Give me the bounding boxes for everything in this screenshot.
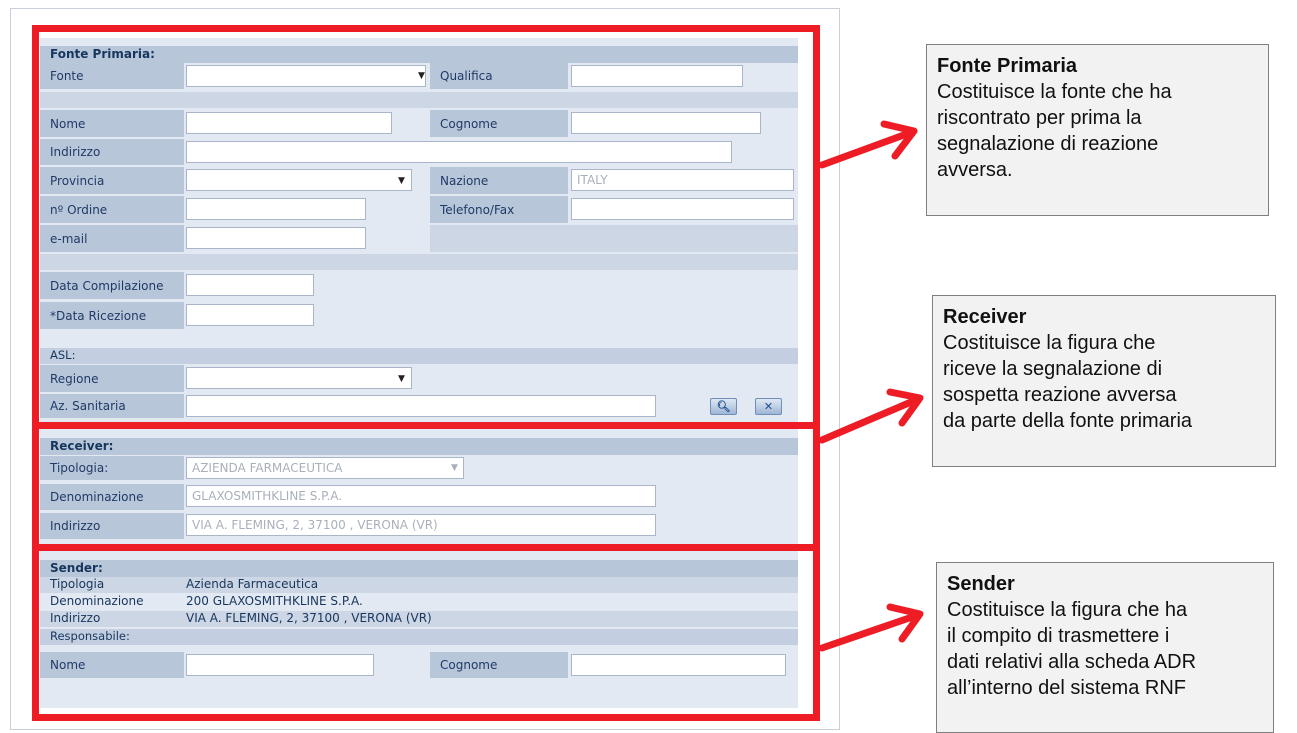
receiver-callout-line: sospetta reazione avversa: [943, 384, 1177, 406]
fonte-callout-line: riscontrato per prima la: [937, 107, 1142, 129]
sender-callout-title: Sender: [947, 573, 1015, 595]
fonte-callout-title: Fonte Primaria: [937, 55, 1078, 77]
sender-callout-line: dati relativi alla scheda ADR: [947, 651, 1197, 673]
sender-callout-line: il compito di trasmettere i: [947, 625, 1170, 647]
fonte-callout-line: avversa.: [937, 159, 1013, 181]
sender-callout-line: Costituisce la figura che ha: [947, 599, 1188, 621]
sender-callout: Sender Costituisce la figura che ha il c…: [936, 562, 1274, 733]
receiver-callout-line: Costituisce la figura che: [943, 332, 1156, 354]
fonte-primaria-callout: Fonte Primaria Costituisce la fonte che …: [926, 44, 1269, 216]
fonte-callout-line: Costituisce la fonte che ha: [937, 81, 1172, 103]
receiver-callout-line: riceve la segnalazione di: [943, 358, 1163, 380]
fonte-callout-line: segnalazione di reazione: [937, 133, 1159, 155]
receiver-callout: Receiver Costituisce la figura che ricev…: [932, 295, 1276, 467]
sender-callout-line: all’interno del sistema RNF: [947, 677, 1186, 699]
receiver-callout-line: da parte della fonte primaria: [943, 410, 1193, 432]
receiver-callout-title: Receiver: [943, 306, 1027, 328]
